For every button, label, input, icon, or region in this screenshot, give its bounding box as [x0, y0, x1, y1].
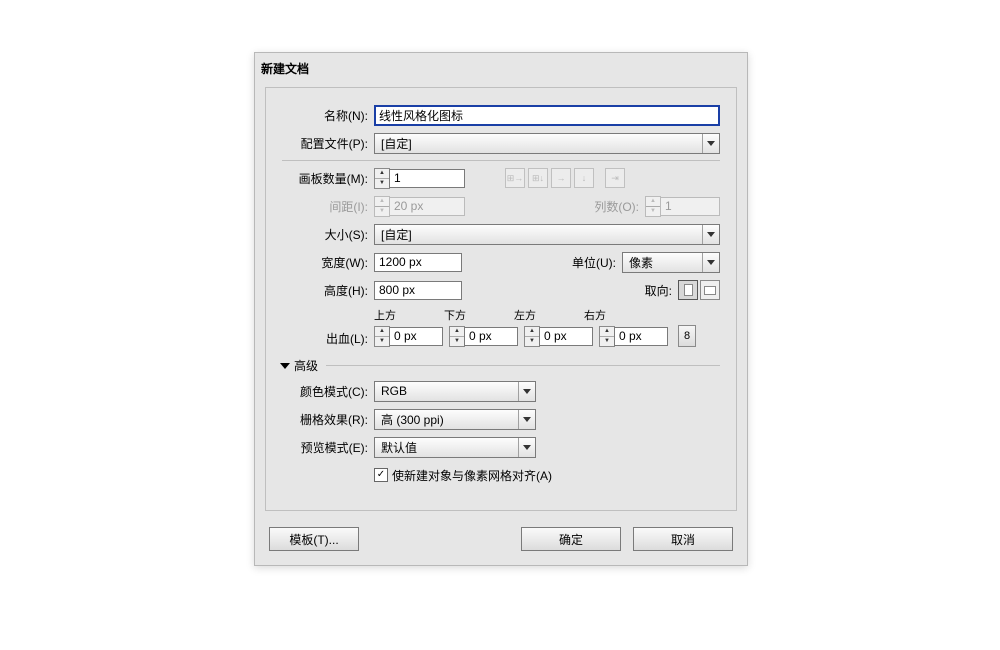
grid-by-row-icon: ⊞→: [505, 168, 525, 188]
height-label: 高度(H):: [282, 282, 374, 299]
bleed-left-stepper[interactable]: ▲▼: [524, 325, 593, 347]
button-bar: 模板(T)... 确定 取消: [255, 519, 747, 565]
columns-label: 列数(O):: [579, 198, 645, 215]
new-document-dialog: 新建文档 名称(N): 配置文件(P): [自定] 画板数量(M): ▲▼ ⊞→: [254, 52, 748, 566]
size-select[interactable]: [自定]: [374, 224, 720, 245]
bleed-right-stepper[interactable]: ▲▼: [599, 325, 668, 347]
raster-label: 栅格效果(R):: [282, 411, 374, 428]
up-icon[interactable]: ▲: [375, 169, 389, 179]
chevron-down-icon: [702, 253, 719, 272]
align-pixel-grid-checkbox[interactable]: ✓ 使新建对象与像素网格对齐(A): [374, 467, 552, 484]
height-input[interactable]: [374, 281, 462, 300]
bleed-label: 出血(L):: [282, 330, 374, 347]
artboards-stepper[interactable]: ▲▼: [374, 168, 465, 189]
checkmark-icon: ✓: [374, 468, 388, 482]
chevron-down-icon: [702, 134, 719, 153]
name-input[interactable]: [374, 105, 720, 126]
profile-select[interactable]: [自定]: [374, 133, 720, 154]
grid-by-col-icon: ⊞↓: [528, 168, 548, 188]
orientation-toggle[interactable]: [678, 280, 720, 300]
down-icon[interactable]: ▼: [375, 179, 389, 188]
bleed-bottom-label: 下方: [444, 307, 514, 323]
arrange-right-icon: →: [551, 168, 571, 188]
spacing-label: 间距(I):: [282, 198, 374, 215]
bleed-right-label: 右方: [584, 307, 654, 323]
cancel-button[interactable]: 取消: [633, 527, 733, 551]
spacing-input: [389, 197, 465, 216]
link-icon[interactable]: 8: [678, 325, 696, 347]
advanced-toggle[interactable]: 高级: [282, 357, 720, 374]
bleed-top-stepper[interactable]: ▲▼: [374, 325, 443, 347]
bleed-bottom-stepper[interactable]: ▲▼: [449, 325, 518, 347]
artboards-input[interactable]: [389, 169, 465, 188]
artboards-label: 画板数量(M):: [282, 170, 374, 187]
width-label: 宽度(W):: [282, 254, 374, 271]
bleed-top-label: 上方: [374, 307, 444, 323]
arrange-down-icon: ↓: [574, 168, 594, 188]
ok-button[interactable]: 确定: [521, 527, 621, 551]
template-button[interactable]: 模板(T)...: [269, 527, 359, 551]
unit-label: 单位(U):: [556, 254, 622, 271]
separator: [282, 160, 720, 161]
spacing-stepper: ▲▼: [374, 196, 465, 217]
triangle-down-icon: [280, 363, 290, 369]
orientation-label: 取向:: [622, 282, 678, 299]
raster-select[interactable]: 高 (300 ppi): [374, 409, 536, 430]
colormode-label: 颜色模式(C):: [282, 383, 374, 400]
bleed-left-label: 左方: [514, 307, 584, 323]
columns-stepper: ▲▼: [645, 196, 720, 217]
preview-select[interactable]: 默认值: [374, 437, 536, 458]
chevron-down-icon: [518, 438, 535, 457]
colormode-select[interactable]: RGB: [374, 381, 536, 402]
width-input[interactable]: [374, 253, 462, 272]
columns-input: [660, 197, 720, 216]
dialog-title: 新建文档: [255, 53, 747, 77]
profile-label: 配置文件(P):: [282, 135, 374, 152]
chevron-down-icon: [518, 410, 535, 429]
preview-label: 预览模式(E):: [282, 439, 374, 456]
dialog-body: 名称(N): 配置文件(P): [自定] 画板数量(M): ▲▼ ⊞→ ⊞↓ →…: [265, 87, 737, 511]
chevron-down-icon: [518, 382, 535, 401]
portrait-icon[interactable]: [678, 280, 698, 300]
name-label: 名称(N):: [282, 107, 374, 124]
unit-select[interactable]: 像素: [622, 252, 720, 273]
size-label: 大小(S):: [282, 226, 374, 243]
landscape-icon[interactable]: [700, 280, 720, 300]
chevron-down-icon: [702, 225, 719, 244]
rtl-icon: ⇥: [605, 168, 625, 188]
